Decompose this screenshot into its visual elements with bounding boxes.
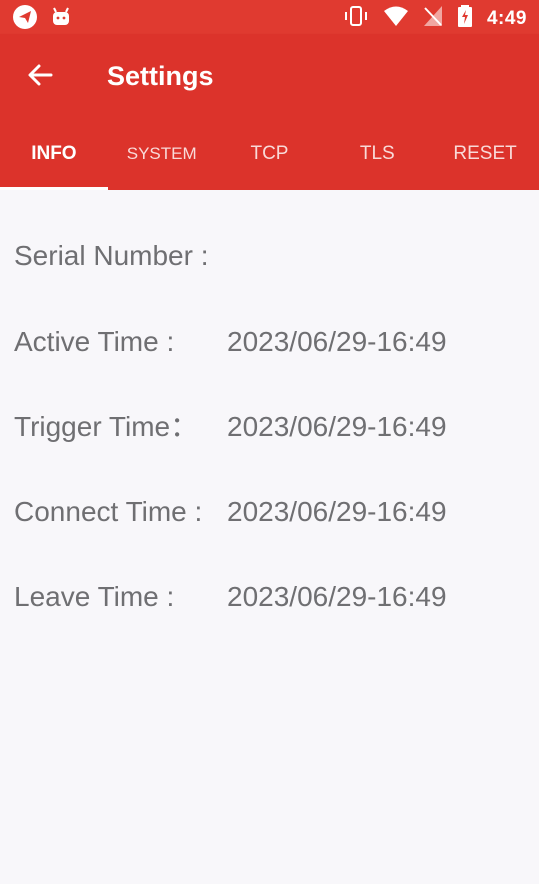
tab-reset[interactable]: RESET (431, 118, 539, 190)
connect-time-label: Connect Time : (14, 496, 203, 527)
vibrate-icon (343, 4, 369, 33)
connect-time-value: 2023/06/29-16:49 (227, 496, 447, 527)
tab-bar: INFO SYSTEM TCP TLS RESET (0, 118, 539, 190)
tab-info[interactable]: INFO (0, 118, 108, 190)
leave-time-label: Leave Time : (14, 581, 175, 612)
info-panel: Serial Number : Active Time : 2023/06/29… (0, 190, 539, 884)
serial-number-label: Serial Number : (14, 240, 209, 271)
tab-tcp-label: TCP (250, 143, 289, 164)
active-time-value: 2023/06/29-16:49 (227, 326, 447, 357)
connect-time-row: Connect Time : 2023/06/29-16:49 (14, 494, 534, 530)
tab-tcp[interactable]: TCP (216, 118, 324, 190)
tab-system-label: SYSTEM (126, 144, 197, 163)
leave-time-row: Leave Time : 2023/06/29-16:49 (14, 579, 534, 615)
status-bar: 4:49 (0, 0, 539, 34)
serial-number-row: Serial Number : (14, 238, 534, 274)
battery-charging-icon (457, 4, 473, 33)
leave-time-value: 2023/06/29-16:49 (227, 581, 447, 612)
tab-reset-label: RESET (453, 143, 517, 164)
app-bar: Settings (0, 34, 539, 118)
wifi-icon (383, 5, 409, 32)
active-time-label: Active Time : (14, 326, 175, 357)
tab-system[interactable]: SYSTEM (108, 118, 216, 190)
status-right-icons: 4:49 (343, 4, 527, 33)
page-title: Settings (107, 61, 214, 91)
status-left-icons (12, 4, 72, 35)
tab-tls[interactable]: TLS (323, 118, 431, 190)
tab-tls-label: TLS (359, 143, 395, 164)
tab-info-label: INFO (31, 143, 77, 164)
back-button[interactable] (24, 61, 56, 93)
status-time: 4:49 (486, 7, 527, 29)
android-icon (50, 6, 72, 33)
trigger-time-label: Trigger Time： (14, 411, 199, 442)
no-signal-icon (423, 5, 443, 32)
active-time-row: Active Time : 2023/06/29-16:49 (14, 324, 534, 360)
arrow-left-icon (26, 61, 54, 94)
trigger-time-value: 2023/06/29-16:49 (227, 411, 447, 442)
send-icon (12, 4, 38, 35)
trigger-time-row: Trigger Time： 2023/06/29-16:49 (14, 409, 534, 445)
